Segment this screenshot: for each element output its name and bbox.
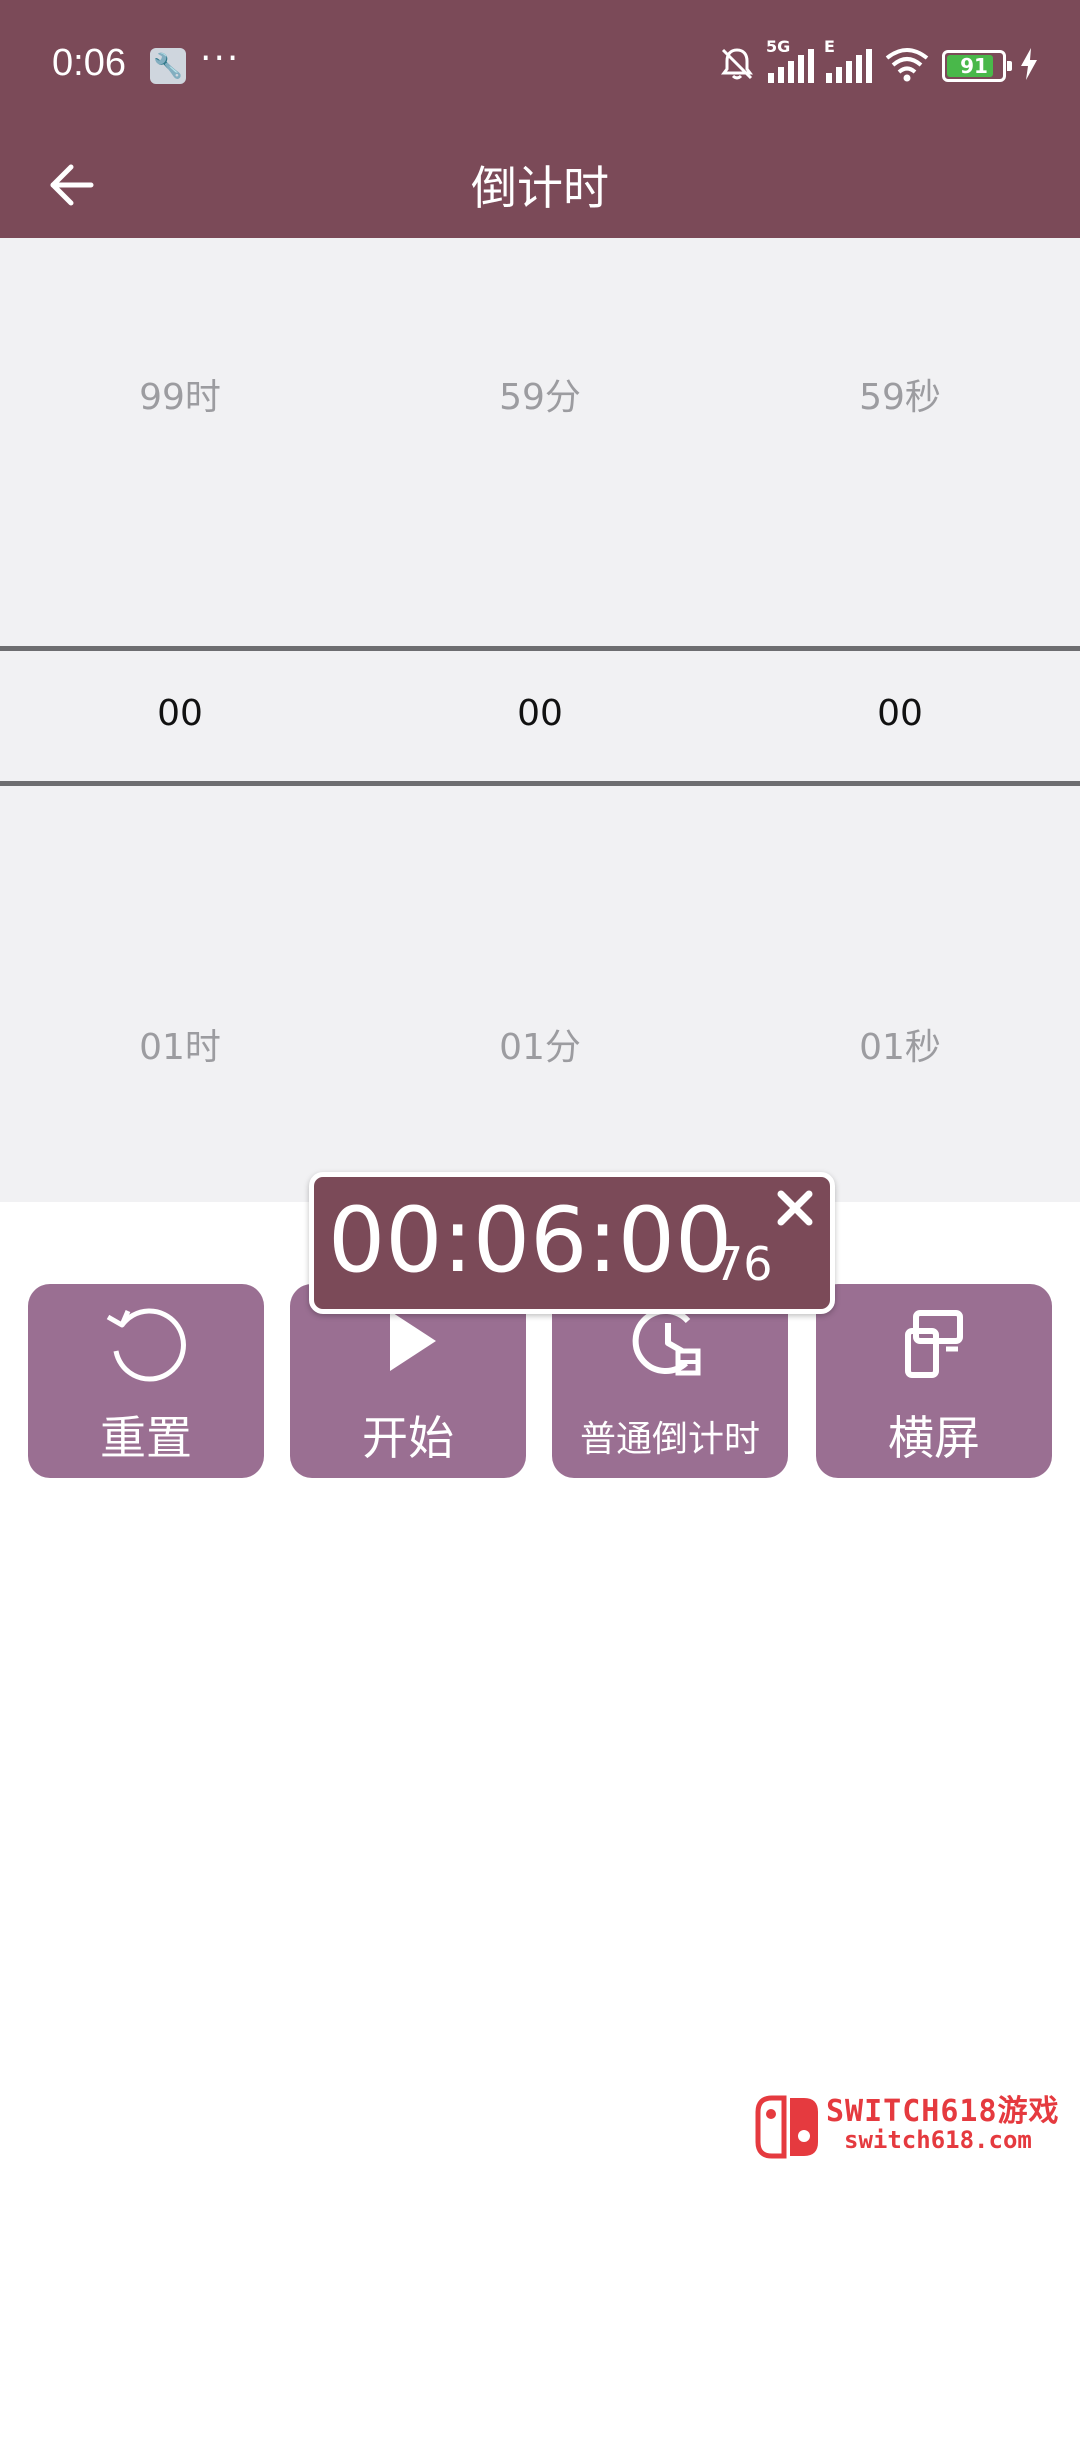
hours-wheel[interactable]: 00 [0,693,360,734]
watermark: SWITCH618游戏 switch618.com [754,2086,1064,2166]
picker-row-below: 01时 01分 01秒 [0,1018,1080,1098]
status-time: 0:06 [52,42,126,84]
reset-icon [28,1294,264,1392]
switch-logo-icon [755,2095,818,2159]
minutes-option-above[interactable]: 59分 [360,368,720,420]
signal-icon: 5G [766,37,814,83]
start-label: 开始 [362,1411,454,1465]
time-picker[interactable]: 99时 59分 59秒 00 00 00 01时 01分 01秒 [0,238,1080,1202]
minutes-option-below[interactable]: 01分 [360,1018,720,1070]
hours-option-above[interactable]: 99时 [0,368,360,420]
mute-bell-icon [718,45,756,87]
floating-timer-centiseconds: 76 [714,1237,773,1291]
seconds-option-below[interactable]: 01秒 [720,1018,1080,1070]
close-floating-timer-button[interactable] [768,1181,822,1235]
floating-timer-time: 00:06:00 [328,1188,733,1293]
signal-icon-2: E [824,37,872,83]
page-title: 倒计时 [471,161,609,215]
wrench-icon: 🔧 [150,48,186,84]
status-icons: 5G E 91 [718,37,1040,87]
wifi-icon [884,46,930,86]
app-bar: 倒计时 [0,132,1080,238]
status-bar: 0:06 🔧 ··· 5G E 91 [0,0,1080,132]
close-icon [777,1190,813,1226]
picker-row-selected: 00 00 00 [0,693,1080,773]
battery-level: 91 [960,54,988,78]
signal-tag-e: E [824,37,835,56]
watermark-line1: SWITCH618游戏 [826,2094,1060,2129]
reset-label: 重置 [100,1411,192,1465]
seconds-wheel[interactable]: 00 [720,693,1080,734]
reset-button[interactable]: 重置 [28,1284,264,1478]
countdown-screen: 0:06 🔧 ··· 5G E 91 倒计时 99时 59分 59秒 00 00… [0,0,1080,2460]
hours-option-below[interactable]: 01时 [0,1018,360,1070]
seconds-option-above[interactable]: 59秒 [720,368,1080,420]
picker-row-above: 99时 59分 59秒 [0,368,1080,448]
minutes-wheel[interactable]: 00 [360,693,720,734]
watermark-line2: switch618.com [844,2126,1032,2154]
signal-tag-5g: 5G [766,37,791,56]
battery-icon: 91 [942,50,1012,82]
charging-icon [1018,47,1040,85]
landscape-label: 横屏 [888,1411,980,1465]
landscape-button[interactable]: 横屏 [816,1284,1052,1478]
more-notifications-icon: ··· [200,38,241,79]
rotate-screen-icon [816,1294,1052,1392]
normal-countdown-label: 普通倒计时 [579,1419,760,1460]
floating-timer[interactable]: 00:06:00 76 [309,1172,835,1314]
